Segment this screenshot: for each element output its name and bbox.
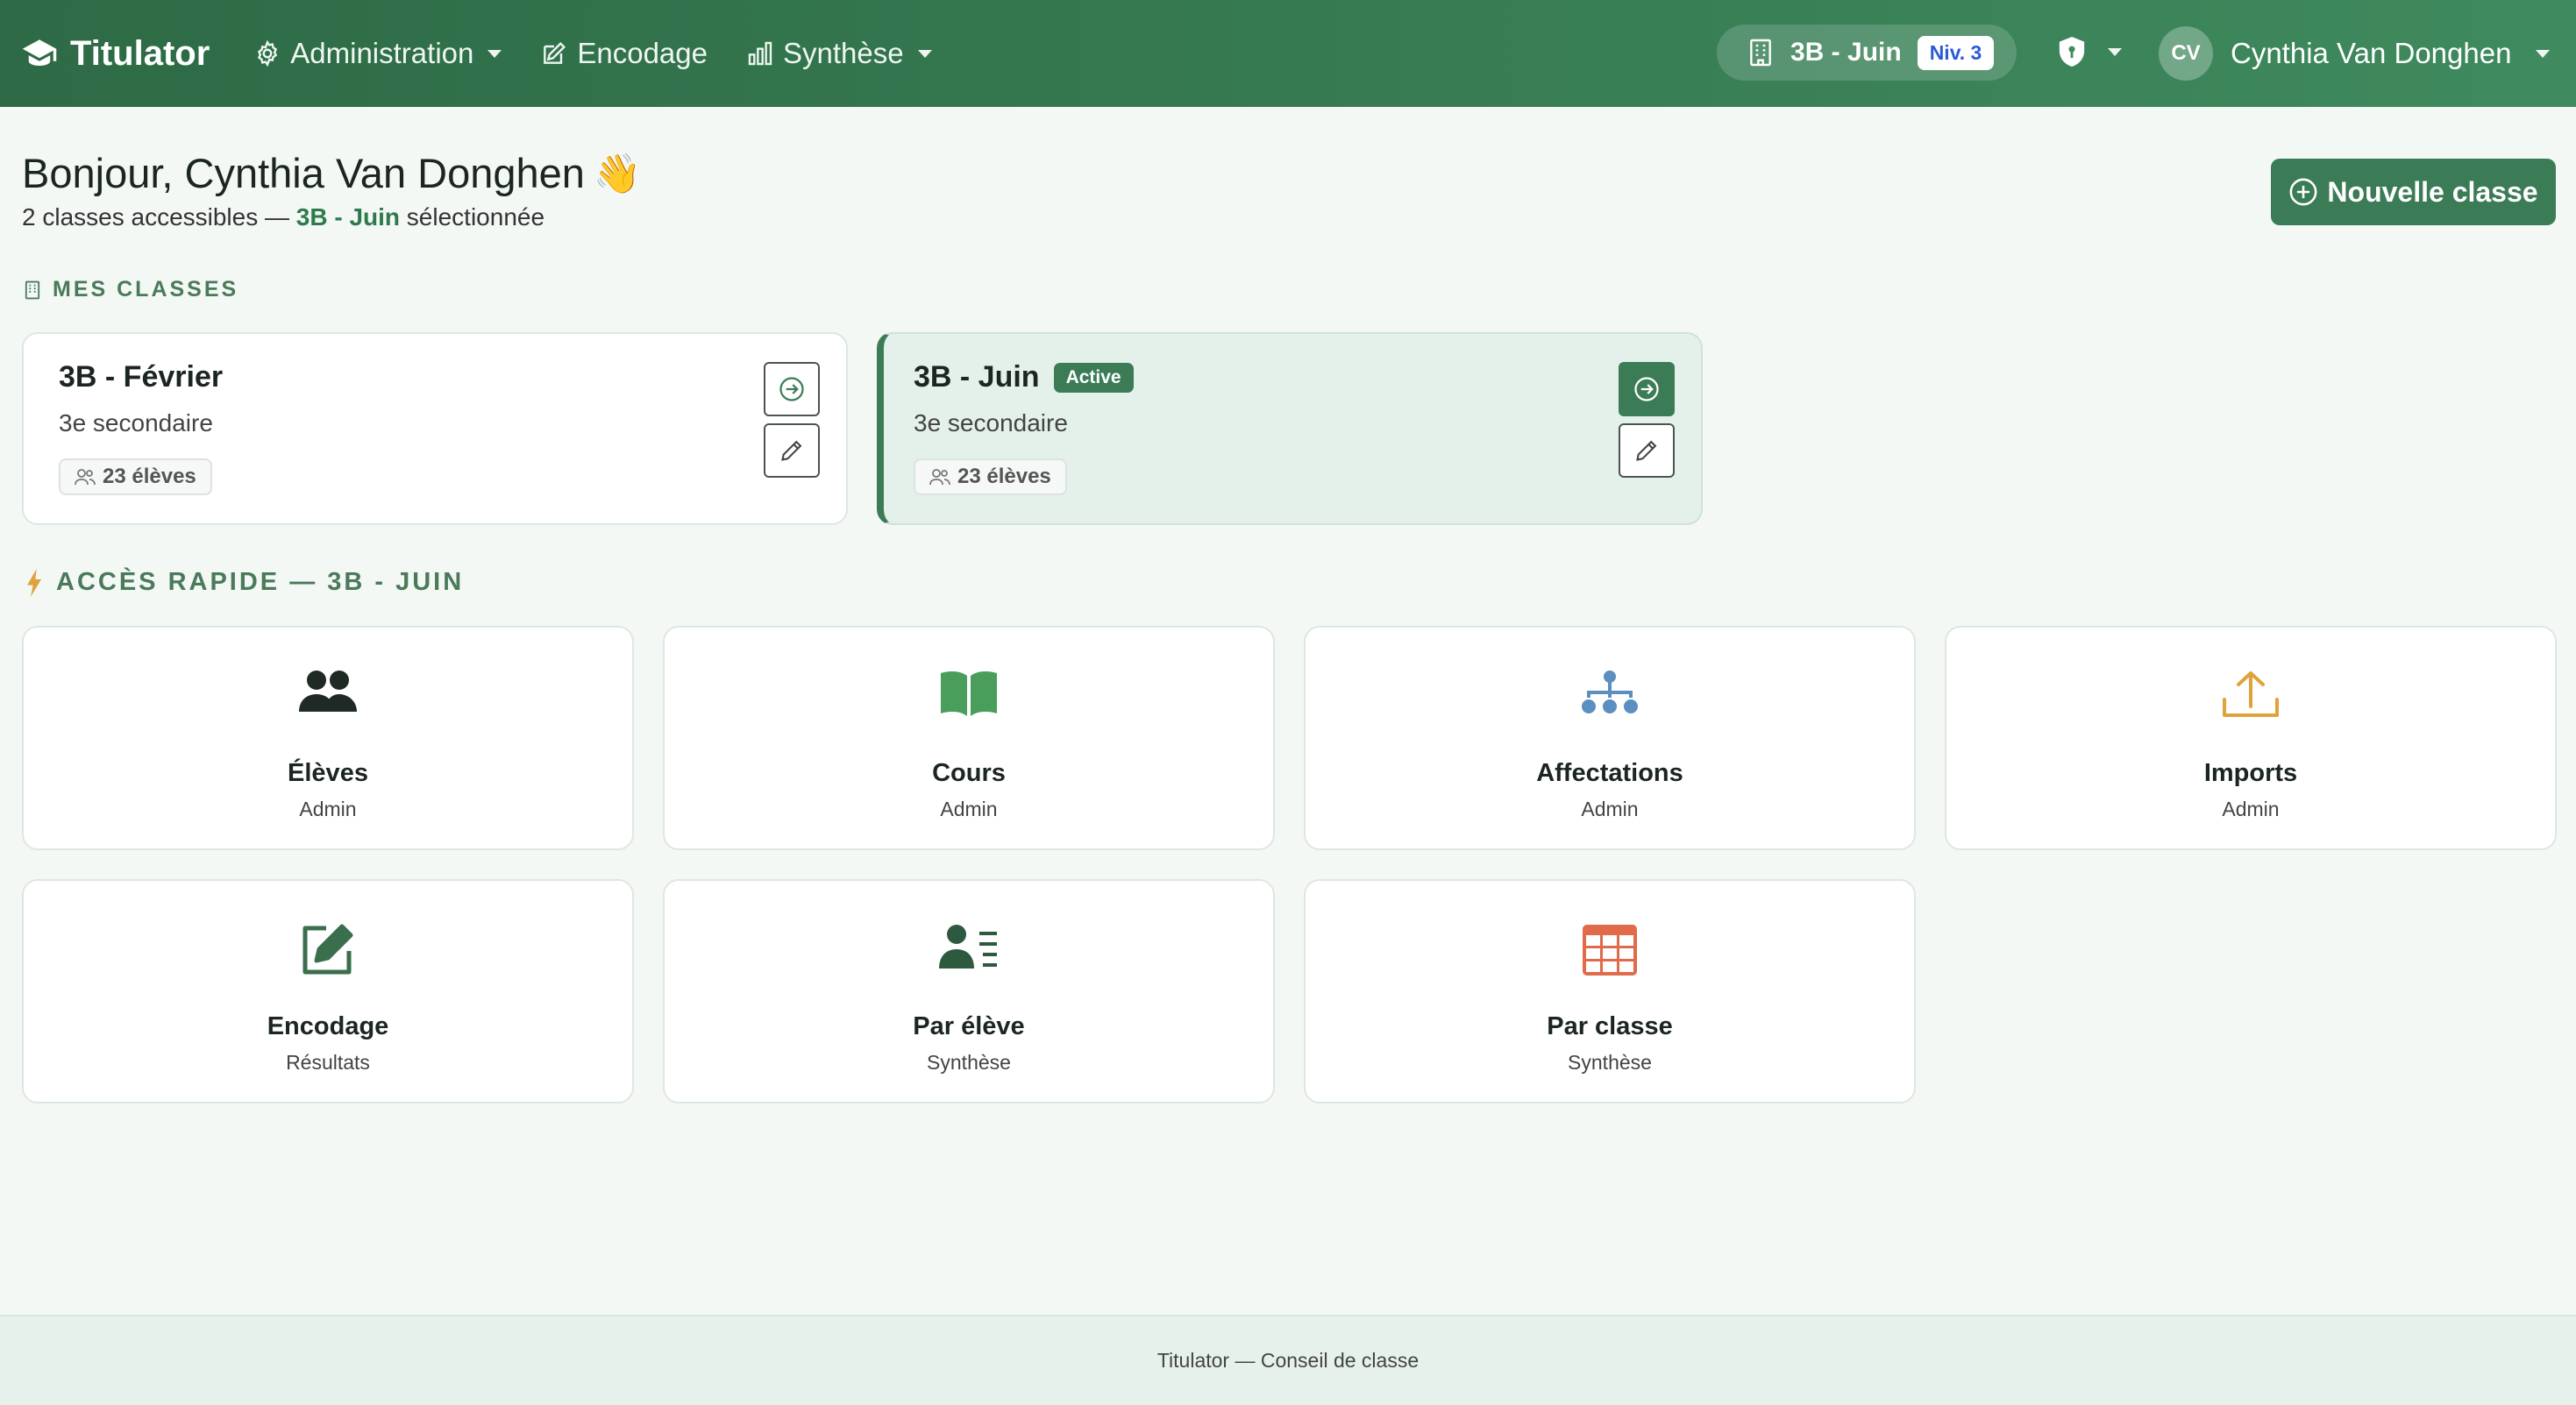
chevron-down-icon <box>2536 49 2551 58</box>
pencil-icon <box>781 440 802 461</box>
active-badge: Active <box>1053 362 1134 393</box>
user-name: Cynthia Van Donghen <box>2231 37 2512 69</box>
pencil-icon <box>1636 440 1657 461</box>
subtitle-suffix: sélectionnée <box>400 203 545 231</box>
tile-sublabel: Admin <box>299 798 357 820</box>
page-subtitle: 2 classes accessibles — 3B - Juin sélect… <box>22 203 544 231</box>
tile-sublabel: Admin <box>2222 798 2280 820</box>
arrow-circle-right-icon <box>1634 377 1659 401</box>
tile-label: Imports <box>2203 759 2298 787</box>
navbar: Titulator Administration Encodage Synthè… <box>0 0 2576 107</box>
graduation-cap-icon <box>22 39 57 66</box>
tile-sublabel: Synthèse <box>1568 1051 1652 1074</box>
open-class-button[interactable] <box>764 362 820 416</box>
open-class-button[interactable] <box>1619 362 1675 416</box>
edit-icon <box>302 924 353 975</box>
greeting-text: Bonjour, Cynthia Van Donghen <box>22 150 585 196</box>
tile-label: Encodage <box>267 1012 389 1040</box>
building-icon <box>25 280 40 299</box>
footer: Titulator — Conseil de classe <box>0 1315 2576 1405</box>
level-badge: Niv. 3 <box>1917 35 1995 70</box>
tile-cours[interactable]: Cours Admin <box>663 626 1275 850</box>
section-quick-access-label: ACCÈS RAPIDE — 3B - JUIN <box>56 568 465 596</box>
tile-sublabel: Admin <box>940 798 998 820</box>
section-my-classes: MES CLASSES <box>25 277 238 302</box>
nav-encodage-label: Encodage <box>577 37 708 69</box>
user-menu[interactable]: CV Cynthia Van Donghen <box>2159 26 2551 81</box>
user-list-icon <box>939 925 997 969</box>
gear-icon <box>258 39 278 67</box>
class-card-fevrier[interactable]: 3B - Février 3e secondaire 23 élèves <box>22 332 848 525</box>
bar-chart-icon <box>748 41 772 66</box>
class-name: 3B - Février <box>59 360 223 394</box>
student-count-badge: 23 élèves <box>59 458 212 495</box>
nav-administration[interactable]: Administration <box>253 37 502 70</box>
nav-synthese-label: Synthèse <box>783 37 904 69</box>
building-icon <box>1750 39 1771 67</box>
users-icon <box>299 671 357 712</box>
wave-emoji: 👋 <box>593 152 642 195</box>
avatar: CV <box>2159 26 2213 81</box>
class-name: 3B - Juin Active <box>914 360 1134 394</box>
new-class-label: Nouvelle classe <box>2327 175 2538 208</box>
nav-encodage[interactable]: Encodage <box>540 37 708 70</box>
class-level: 3e secondaire <box>59 409 213 436</box>
tile-label: Par élève <box>913 1012 1025 1040</box>
subtitle-prefix: 2 classes accessibles — <box>22 203 296 231</box>
chevron-down-icon <box>487 49 502 58</box>
student-count: 23 élèves <box>103 465 196 488</box>
edit-icon <box>544 41 566 64</box>
tile-label: Par classe <box>1547 1012 1673 1040</box>
tile-par-eleve[interactable]: Par élève Synthèse <box>663 879 1275 1103</box>
users-icon <box>929 469 950 486</box>
chevron-down-icon <box>917 49 932 58</box>
student-count: 23 élèves <box>957 465 1051 488</box>
new-class-button[interactable]: Nouvelle classe <box>2271 159 2556 225</box>
tile-sublabel: Résultats <box>286 1051 370 1074</box>
upload-icon <box>2223 671 2279 717</box>
class-name-text: 3B - Juin <box>914 360 1040 394</box>
shield-icon <box>2059 37 2085 67</box>
tile-par-classe[interactable]: Par classe Synthèse <box>1304 879 1916 1103</box>
lightning-icon <box>27 568 41 597</box>
footer-text: Titulator — Conseil de classe <box>1156 1349 1420 1372</box>
current-class-selector[interactable]: 3B - Juin Niv. 3 <box>1717 25 2017 81</box>
tile-label: Cours <box>932 759 1006 787</box>
security-menu[interactable] <box>2057 35 2122 68</box>
subtitle-selected-class: 3B - Juin <box>295 203 401 231</box>
current-class-name: 3B - Juin <box>1790 38 1902 67</box>
class-level: 3e secondaire <box>914 409 1068 436</box>
plus-circle-icon <box>2289 178 2317 206</box>
tile-imports[interactable]: Imports Admin <box>1945 626 2557 850</box>
sitemap-icon <box>1582 671 1638 713</box>
section-my-classes-label: MES CLASSES <box>53 277 239 302</box>
brand[interactable]: Titulator <box>21 34 210 74</box>
class-name-text: 3B - Février <box>59 360 224 394</box>
book-icon <box>941 671 997 716</box>
edit-class-button[interactable] <box>764 423 820 478</box>
class-card-juin[interactable]: 3B - Juin Active 3e secondaire 23 élèves <box>877 332 1703 525</box>
edit-class-button[interactable] <box>1619 423 1675 478</box>
tile-affectations[interactable]: Affectations Admin <box>1304 626 1916 850</box>
tile-label: Élèves <box>288 759 368 787</box>
tile-encodage[interactable]: Encodage Résultats <box>22 879 634 1103</box>
tile-sublabel: Admin <box>1581 798 1639 820</box>
chevron-down-icon <box>2108 47 2122 56</box>
users-icon <box>75 469 96 486</box>
tile-label: Affectations <box>1536 759 1683 787</box>
table-icon <box>1583 925 1637 976</box>
section-quick-access: ACCÈS RAPIDE — 3B - JUIN <box>25 568 464 597</box>
tile-eleves[interactable]: Élèves Admin <box>22 626 634 850</box>
page-title: Bonjour, Cynthia Van Donghen 👋 <box>22 149 642 197</box>
nav-synthese[interactable]: Synthèse <box>746 37 932 70</box>
tile-sublabel: Synthèse <box>927 1051 1011 1074</box>
nav-administration-label: Administration <box>290 37 474 69</box>
student-count-badge: 23 élèves <box>914 458 1067 495</box>
arrow-circle-right-icon <box>779 377 804 401</box>
brand-name: Titulator <box>70 33 210 73</box>
